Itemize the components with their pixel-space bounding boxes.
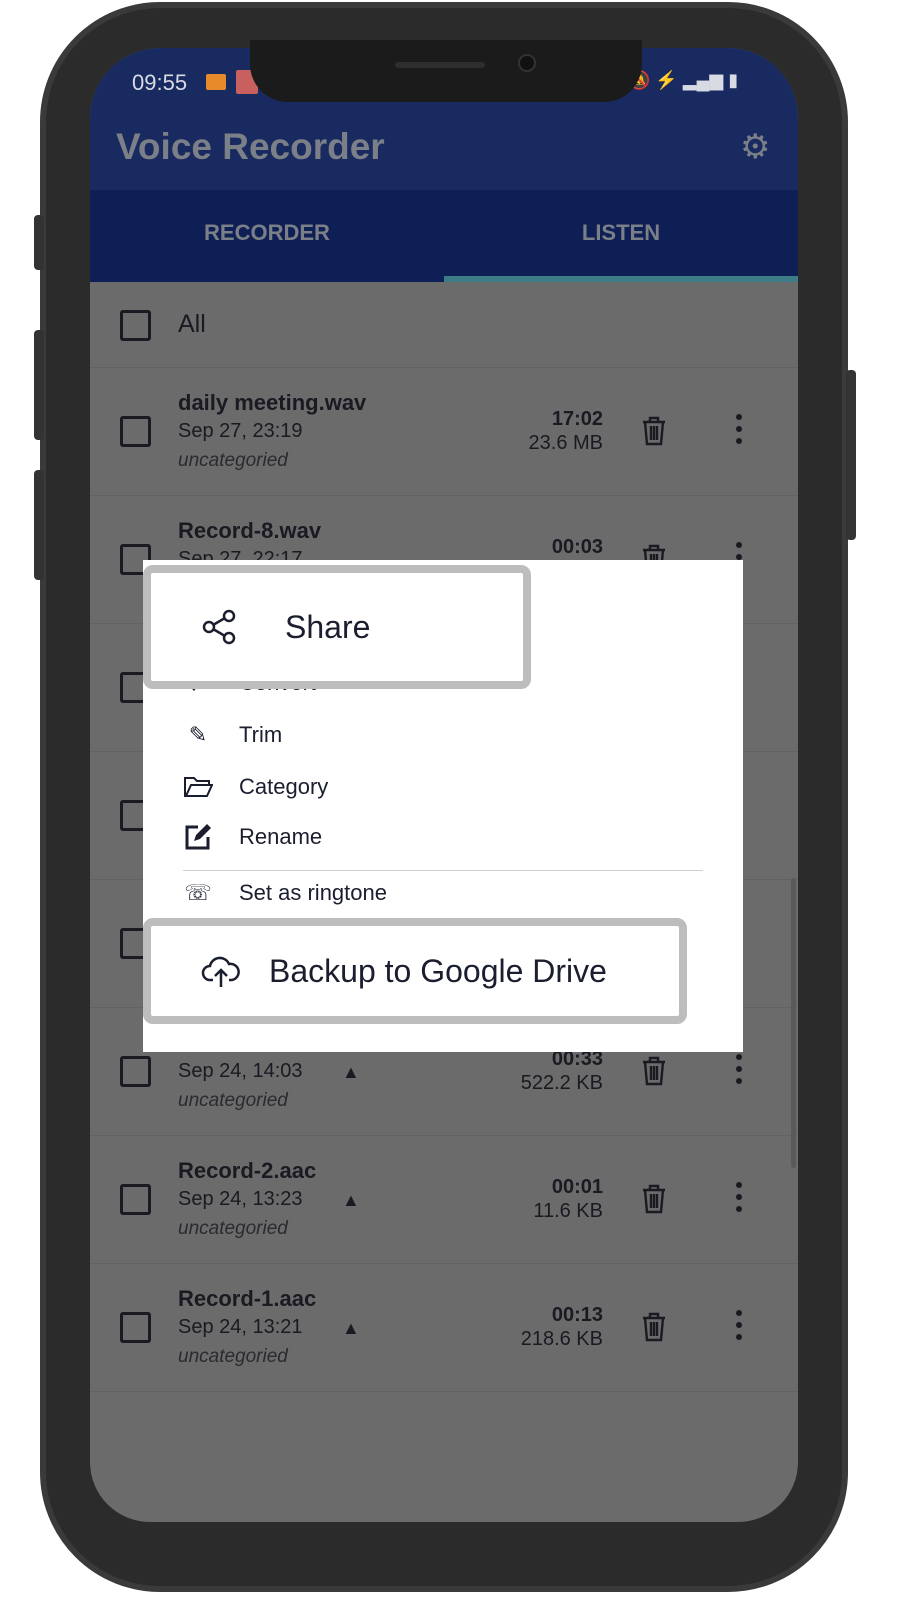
recording-category: uncategoried [178,1346,288,1367]
share-icon [201,608,241,646]
row-checkbox[interactable] [120,1312,151,1343]
cloud-upload-icon [201,954,241,988]
row-checkbox[interactable] [120,1056,151,1087]
status-time: 09:55 [132,70,188,95]
recording-name: daily meeting.wav [178,390,367,415]
more-options-icon[interactable] [734,1182,744,1216]
scrollbar[interactable] [791,878,796,1168]
trash-icon[interactable] [642,1312,666,1342]
pencil-icon: ✎ [188,722,208,747]
menu-item-ringtone[interactable]: ☏ Set as ringtone [183,878,387,908]
recording-name: Record-8.wav [178,518,322,543]
recording-category: uncategoried [178,1090,288,1111]
phone-button [34,330,44,440]
menu-item-share[interactable]: Share [143,565,531,689]
select-all-label: All [178,310,206,338]
recording-date: Sep 27, 23:19 [178,420,303,442]
recording-name: Record-2.aac [178,1158,317,1183]
select-all-row[interactable]: All [90,282,798,368]
trash-icon[interactable] [642,1184,666,1214]
google-drive-icon: ▲ [342,1318,360,1338]
recording-row[interactable]: Record-1.aac Sep 24, 13:21 ▲ uncategorie… [90,1264,798,1392]
recording-duration: 17:02 [551,408,603,430]
menu-item-trim[interactable]: ✎ Trim [183,720,282,750]
tab-listen[interactable]: LISTEN [444,220,798,246]
menu-item-backup-google-drive[interactable]: Backup to Google Drive [143,918,687,1024]
recording-size: 522.2 KB [520,1072,603,1094]
row-checkbox[interactable] [120,416,151,447]
app-title: Voice Recorder [116,126,385,167]
recording-size: 23.6 MB [528,432,603,454]
ringtone-icon: ☏ [184,880,212,905]
phone-button [34,215,44,270]
gear-icon[interactable]: ⚙ [740,130,774,164]
edit-icon [183,822,213,852]
phone-button [34,470,44,580]
recording-size: 11.6 KB [533,1200,603,1222]
recording-duration: 00:01 [551,1176,603,1198]
google-drive-icon: ▲ [342,1190,360,1210]
recording-category: uncategoried [178,1218,288,1239]
recording-category: uncategoried [178,450,288,471]
trash-icon[interactable] [642,1056,666,1086]
row-checkbox[interactable] [120,1184,151,1215]
phone-button [846,370,856,540]
recording-duration: 00:13 [551,1304,603,1326]
google-drive-icon: ▲ [342,1062,360,1082]
recording-size: 218.6 KB [520,1328,603,1350]
recording-row[interactable]: Record-2.aac Sep 24, 13:23 ▲ uncategorie… [90,1136,798,1264]
notification-icon [206,74,226,90]
folder-icon [183,772,213,802]
more-options-icon[interactable] [734,1054,744,1088]
tab-recorder[interactable]: RECORDER [90,220,444,246]
notch [250,40,642,102]
recording-date: Sep 24, 13:21 [178,1316,303,1338]
menu-item-category[interactable]: Category [183,772,328,802]
status-icons: 🔕 ⚡ ▂▄▆ ▮ [628,70,739,90]
more-options-icon[interactable] [734,414,744,448]
recording-date: Sep 24, 14:03 [178,1060,303,1082]
recording-row[interactable]: daily meeting.wav Sep 27, 23:19 uncatego… [90,368,798,496]
recording-name: Record-1.aac [178,1286,317,1311]
trash-icon[interactable] [642,416,666,446]
app-bar: Voice Recorder ⚙ [90,118,798,190]
select-all-checkbox[interactable] [120,310,151,341]
menu-item-rename[interactable]: Rename [183,822,322,852]
recording-date: Sep 24, 13:23 [178,1188,303,1210]
recording-duration: 00:03 [551,536,603,558]
menu-divider [183,870,703,871]
more-options-icon[interactable] [734,1310,744,1344]
tab-bar: RECORDER LISTEN [90,190,798,282]
